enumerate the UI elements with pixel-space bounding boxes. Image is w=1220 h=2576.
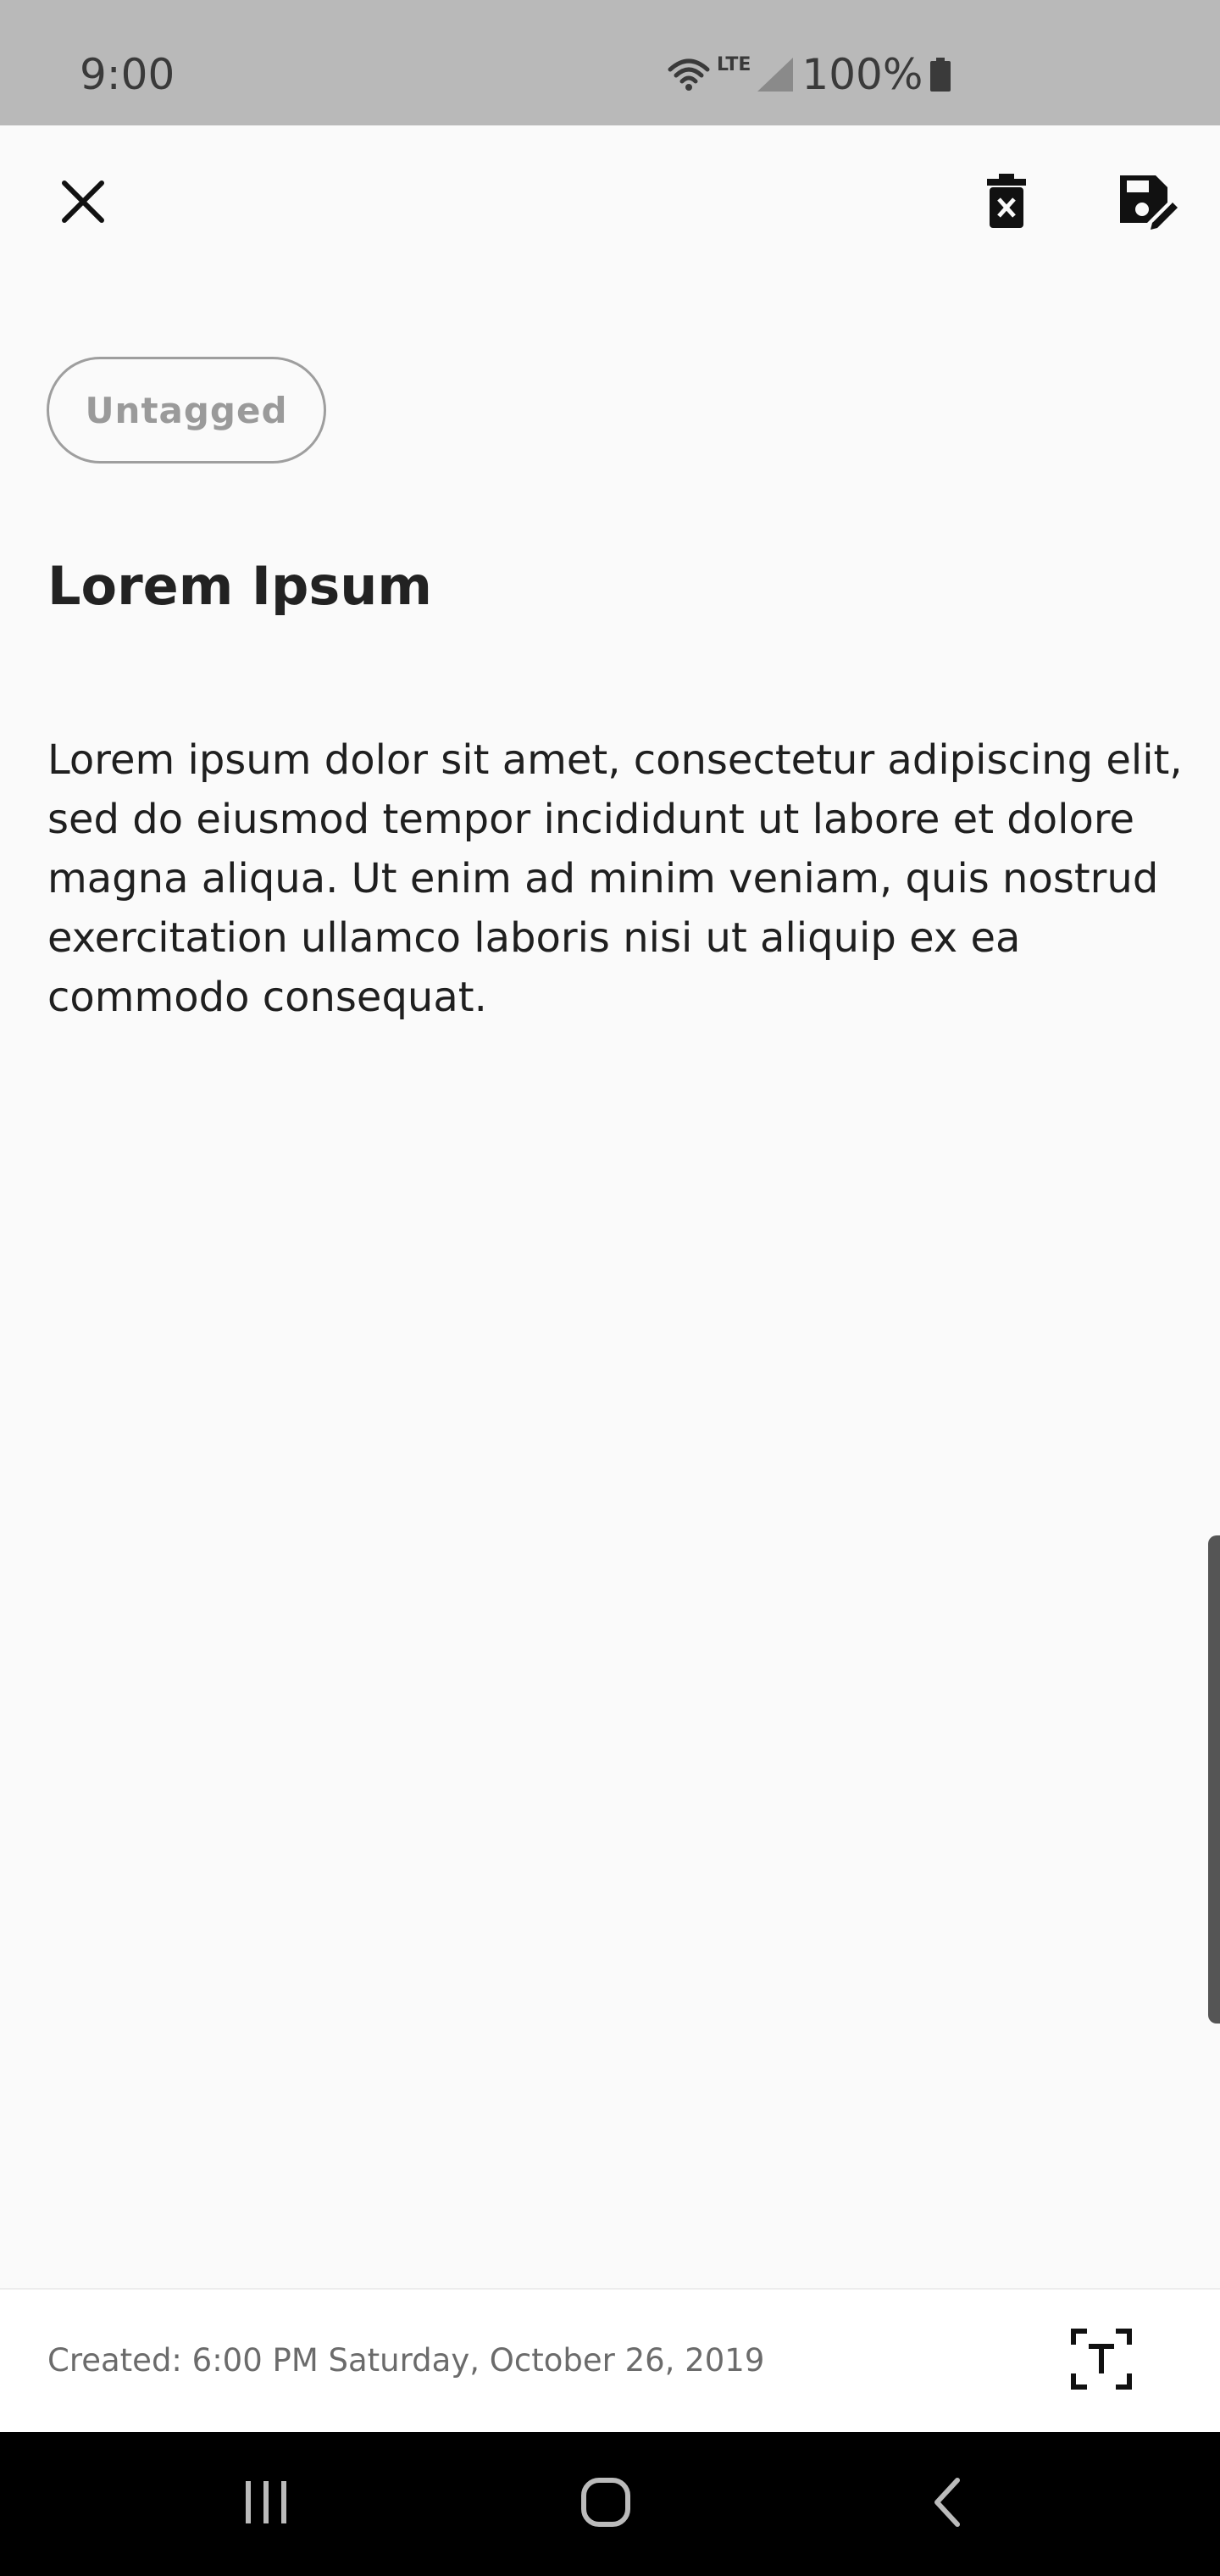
text-recognition-button[interactable] bbox=[1059, 2318, 1144, 2403]
close-icon bbox=[61, 180, 105, 227]
created-timestamp: Created: 6:00 PM Saturday, October 26, 2… bbox=[47, 2342, 765, 2379]
home-button[interactable] bbox=[563, 2462, 648, 2546]
tag-chip[interactable]: Untagged bbox=[47, 357, 326, 464]
system-nav-bar bbox=[0, 2432, 1220, 2576]
note-title[interactable]: Lorem Ipsum bbox=[47, 551, 1174, 622]
recent-apps-button[interactable] bbox=[224, 2462, 308, 2546]
battery-percent: 100% bbox=[801, 50, 923, 99]
battery-icon bbox=[929, 58, 951, 92]
delete-note-button[interactable] bbox=[964, 161, 1049, 246]
home-icon bbox=[580, 2477, 631, 2531]
scrollbar-handle[interactable] bbox=[1208, 1535, 1220, 2024]
wifi-icon bbox=[668, 58, 710, 92]
back-icon bbox=[930, 2477, 964, 2531]
network-type: LTE bbox=[717, 54, 751, 75]
note-toolbar bbox=[0, 125, 1220, 295]
cellular-signal-icon bbox=[756, 56, 795, 93]
delete-note-icon bbox=[985, 174, 1028, 233]
note-body[interactable]: Lorem ipsum dolor sit amet, consectetur … bbox=[47, 730, 1183, 1027]
save-edit-icon bbox=[1117, 172, 1178, 235]
status-icons: LTE 100% bbox=[668, 49, 951, 100]
recent-apps-icon bbox=[242, 2479, 290, 2529]
save-edit-button[interactable] bbox=[1105, 161, 1190, 246]
note-footer: Created: 6:00 PM Saturday, October 26, 2… bbox=[0, 2288, 1220, 2432]
text-recognition-icon bbox=[1070, 2328, 1133, 2394]
close-button[interactable] bbox=[41, 161, 125, 246]
status-time: 9:00 bbox=[80, 50, 175, 99]
status-bar: 9:00 LTE 100% bbox=[0, 0, 1220, 125]
back-button[interactable] bbox=[905, 2462, 990, 2546]
